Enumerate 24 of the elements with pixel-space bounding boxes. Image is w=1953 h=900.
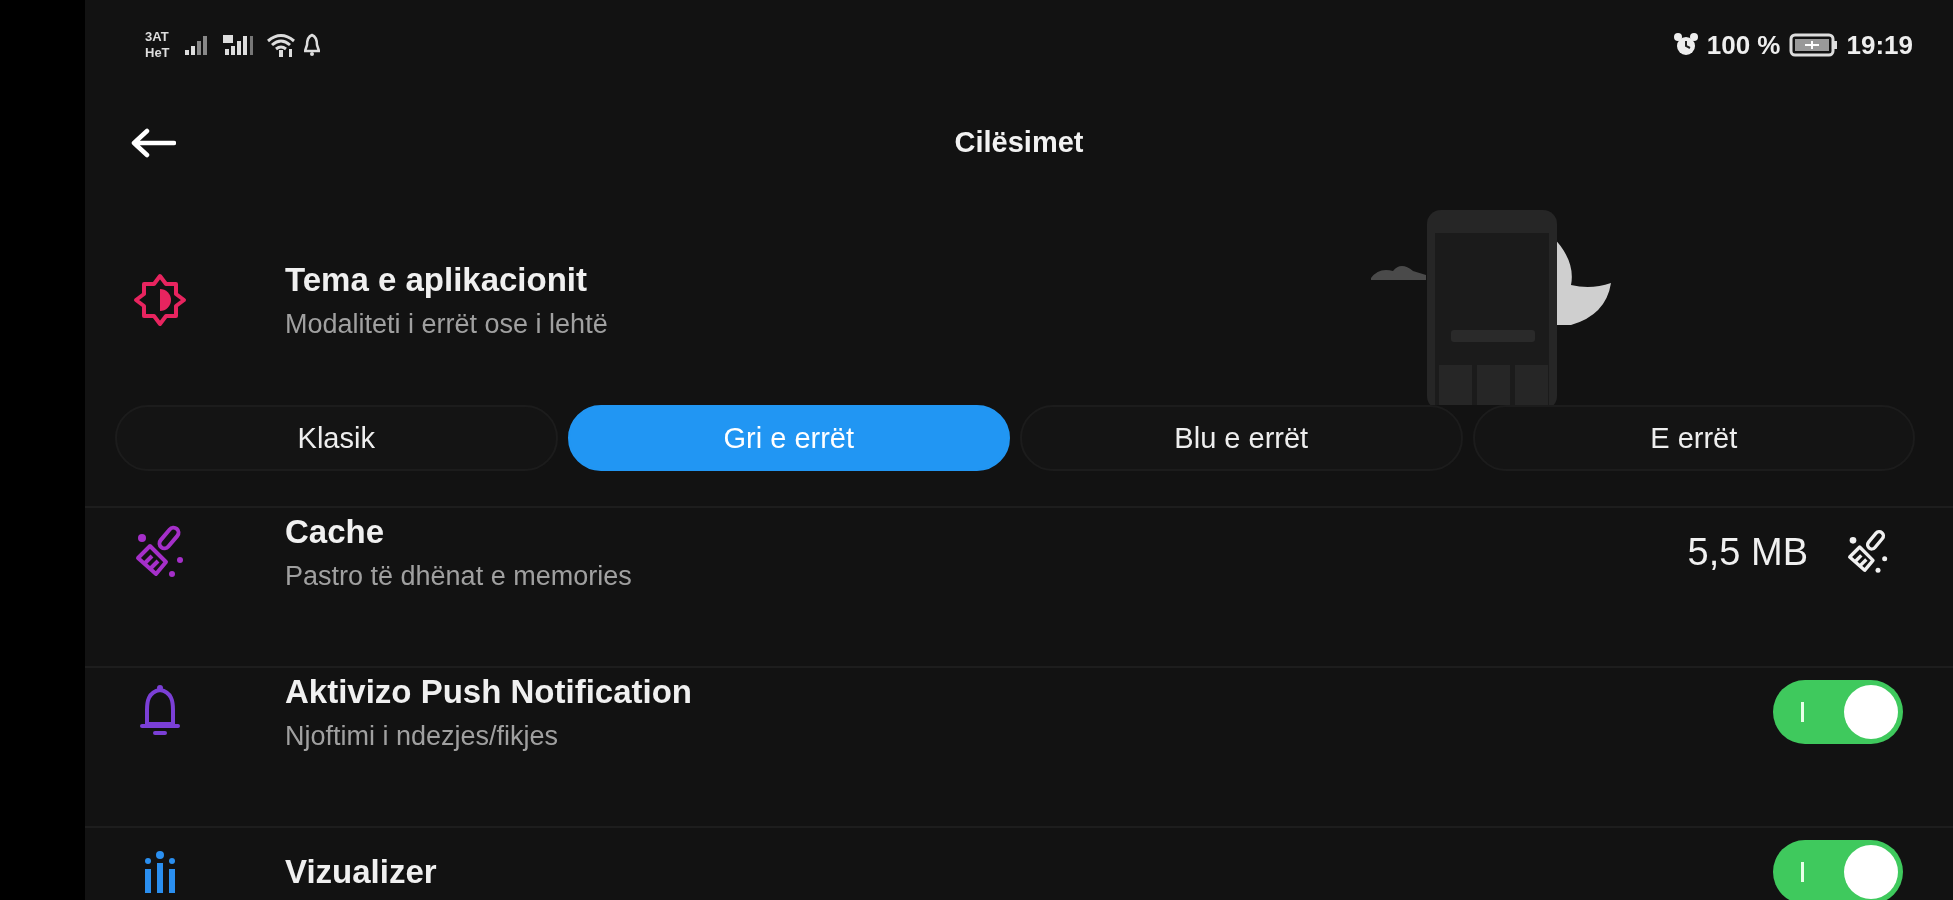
setting-subtitle: Njoftimi i ndezjes/fikjes	[285, 720, 560, 752]
toggle-switch[interactable]	[1773, 840, 1903, 900]
setting-subtitle: Pastro të dhënat e memories	[285, 560, 632, 592]
clock-time: 19:19	[1846, 29, 1913, 61]
cache-size: 5,5 MB	[1687, 530, 1808, 574]
battery-percent: 100 %	[1706, 29, 1781, 61]
page-title: Cilësimet	[953, 126, 1085, 159]
toggle-switch[interactable]	[1773, 680, 1903, 744]
setting-title: Cache	[285, 512, 386, 551]
network-label: HeT	[145, 45, 170, 61]
setting-title: Vizualizer	[285, 853, 437, 891]
bell-icon	[303, 33, 320, 57]
theme-option-tab[interactable]: Blu e errët	[1020, 405, 1463, 471]
wifi-icon	[265, 32, 296, 58]
brightness-icon	[132, 272, 188, 328]
battery-icon	[1788, 32, 1839, 58]
theme-option-tab[interactable]: Klasik	[115, 405, 558, 471]
network-label: 3AT	[145, 29, 170, 45]
back-arrow-icon	[130, 127, 176, 158]
setting-subtitle: Modaliteti i errët ose i lehtë	[285, 308, 608, 340]
setting-title: Tema e aplikacionit	[285, 260, 588, 299]
alarm-icon	[1672, 32, 1699, 58]
theme-option-tab[interactable]: E errët	[1472, 405, 1915, 471]
setting-title: Aktivizo Push Notification	[285, 672, 693, 711]
